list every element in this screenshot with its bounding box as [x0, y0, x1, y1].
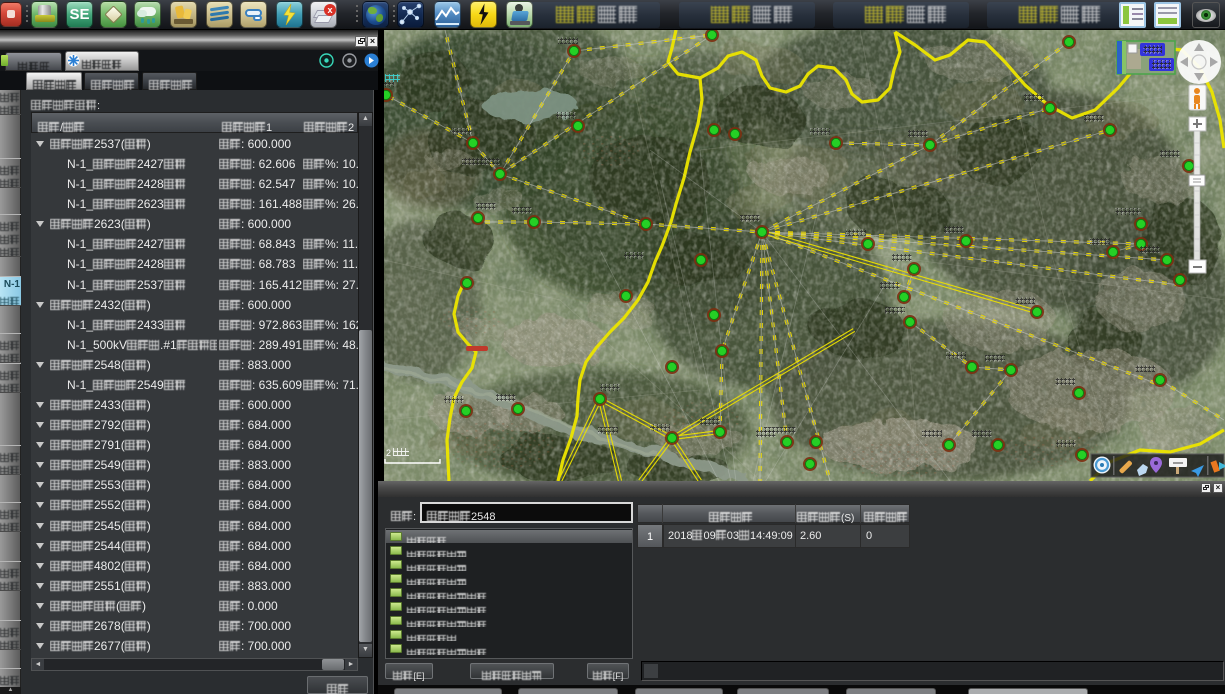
- svg-text:2: 2: [386, 448, 391, 458]
